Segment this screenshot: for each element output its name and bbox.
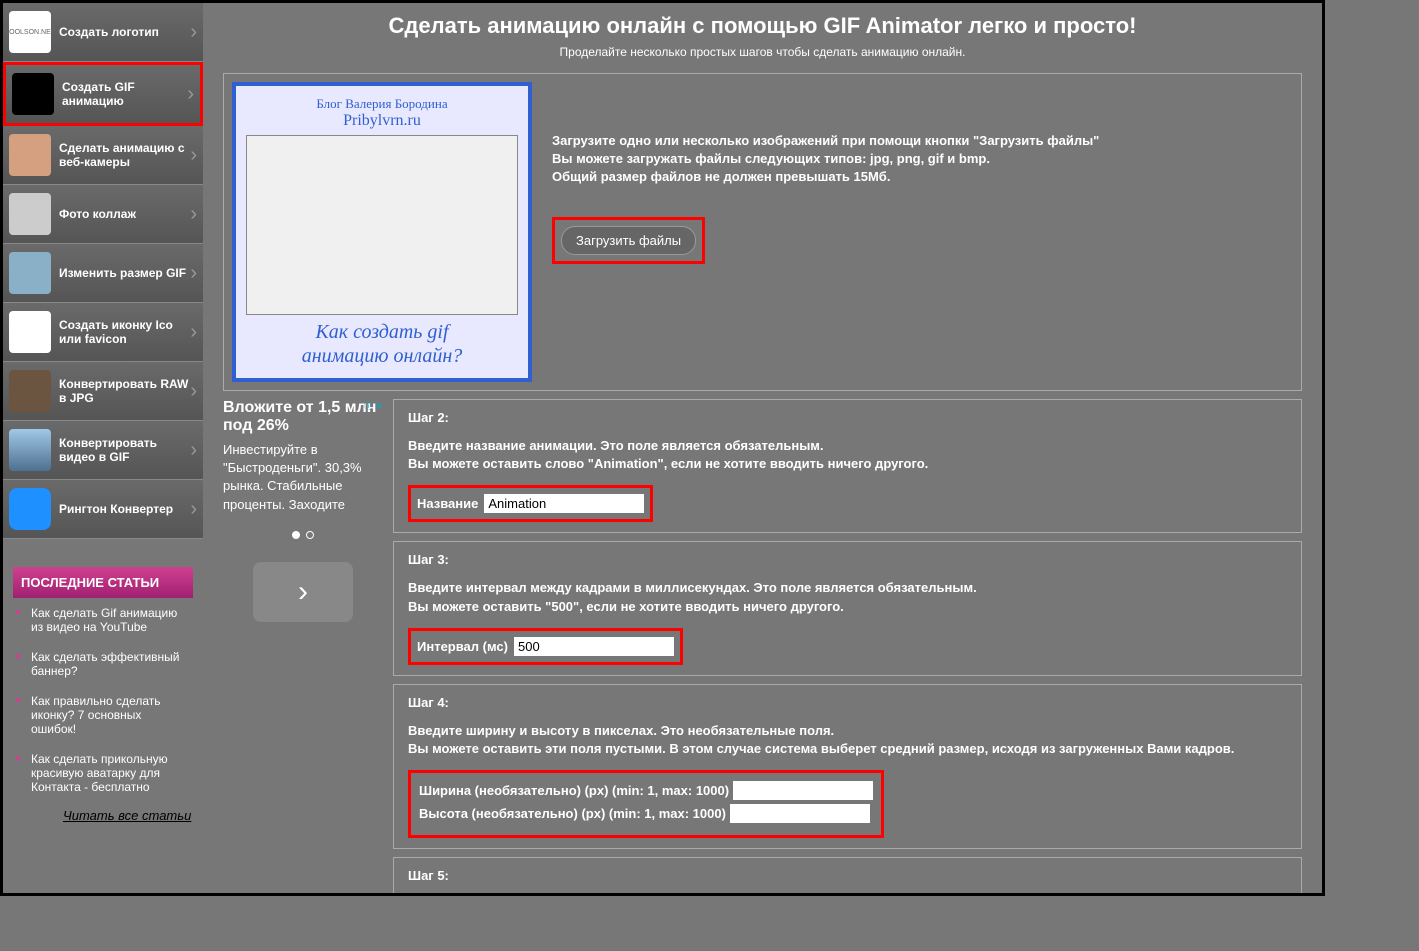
step-2: Шаг 2: Введите название анимации. Это по… [393, 399, 1302, 533]
height-label: Высота (необязательно) (px) (min: 1, max… [419, 806, 726, 821]
main-nav: TOOLSON.NET Создать логотип › Создать GI… [3, 3, 203, 539]
name-input[interactable] [484, 494, 644, 513]
chevron-right-icon: › [190, 321, 197, 344]
google-icon [9, 311, 51, 353]
upload-instructions: Загрузите одно или несколько изображений… [552, 132, 1293, 187]
article-link[interactable]: Как сделать Gif анимацию из видео на You… [13, 598, 193, 642]
ad-illustration [246, 135, 518, 315]
nav-item-ico[interactable]: Создать иконку Ico или favicon › [3, 303, 203, 362]
chevron-right-icon: › [190, 262, 197, 285]
step-3: Шаг 3: Введите интервал между кадрами в … [393, 541, 1302, 675]
nav-item-webcam[interactable]: Сделать анимацию с веб-камеры › [3, 126, 203, 185]
article-link[interactable]: Как сделать прикольную красивую аватарку… [13, 744, 193, 802]
adchoices-icon[interactable]: ⓘ ✕ [364, 399, 383, 412]
parthenon-icon [9, 193, 51, 235]
chevron-right-icon: › [190, 144, 197, 167]
ad-desc: Инвестируйте в "Быстроденьги". 30,3% рын… [223, 441, 383, 514]
articles-panel: ПОСЛЕДНИЕ СТАТЬИ Как сделать Gif анимаци… [3, 557, 203, 833]
video-icon [9, 429, 51, 471]
article-link[interactable]: Как сделать эффективный баннер? [13, 642, 193, 686]
name-label: Название [417, 496, 478, 511]
chevron-right-icon: › [190, 380, 197, 403]
ad-image[interactable]: Блог Валерия Бородина Pribylvrn.ru Как с… [232, 82, 532, 382]
nav-item-raw[interactable]: Конвертировать RAW в JPG › [3, 362, 203, 421]
step-5: Шаг 5: Этот параметр определяет, будет л… [393, 857, 1302, 893]
sidebar-ad: ⓘ ✕ Вложите от 1,5 млн под 26% Инвестиру… [223, 399, 383, 893]
next-arrow-button[interactable]: › [253, 562, 353, 622]
interval-label: Интервал (мс) [417, 639, 508, 654]
width-input[interactable] [733, 781, 873, 800]
ad-title[interactable]: Вложите от 1,5 млн под 26% [223, 399, 383, 435]
nav-item-gif-animation[interactable]: Создать GIF анимацию › [3, 62, 203, 126]
face-icon [9, 134, 51, 176]
chevron-right-icon: › [190, 439, 197, 462]
step-4: Шаг 4: Введите ширину и высоту в пиксела… [393, 684, 1302, 849]
itunes-icon [9, 488, 51, 530]
article-link[interactable]: Как правильно сделать иконку? 7 основных… [13, 686, 193, 744]
city-icon [9, 252, 51, 294]
swirl-icon [12, 73, 54, 115]
carousel-dots[interactable] [223, 526, 383, 544]
chevron-right-icon: › [190, 21, 197, 44]
cat-icon [9, 370, 51, 412]
chevron-right-icon: › [190, 203, 197, 226]
width-label: Ширина (необязательно) (px) (min: 1, max… [419, 783, 729, 798]
interval-input[interactable] [514, 637, 674, 656]
page-subtitle: Проделайте несколько простых шагов чтобы… [223, 45, 1302, 59]
articles-header: ПОСЛЕДНИЕ СТАТЬИ [13, 567, 193, 598]
nav-item-ringtone[interactable]: Рингтон Конвертер › [3, 480, 203, 539]
upload-button[interactable]: Загрузить файлы [561, 226, 696, 255]
page-title: Сделать анимацию онлайн с помощью GIF An… [223, 13, 1302, 39]
chevron-right-icon: › [190, 498, 197, 521]
upload-section: Блог Валерия Бородина Pribylvrn.ru Как с… [223, 73, 1302, 391]
chevron-right-icon: › [187, 83, 194, 106]
logo-icon: TOOLSON.NET [9, 11, 51, 53]
nav-item-collage[interactable]: Фото коллаж › [3, 185, 203, 244]
read-all-link[interactable]: Читать все статьи [13, 802, 193, 823]
nav-item-resize[interactable]: Изменить размер GIF › [3, 244, 203, 303]
nav-item-logo[interactable]: TOOLSON.NET Создать логотип › [3, 3, 203, 62]
nav-item-video-gif[interactable]: Конвертировать видео в GIF › [3, 421, 203, 480]
height-input[interactable] [730, 804, 870, 823]
